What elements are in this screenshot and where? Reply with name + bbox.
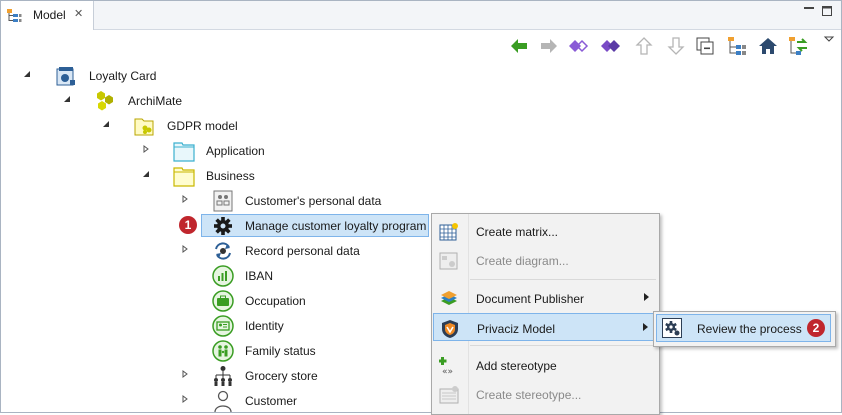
step-badge: 2 <box>807 319 825 337</box>
menu-item-label: Create matrix... <box>476 225 559 239</box>
collapse-all-icon[interactable] <box>695 36 715 56</box>
tree-item[interactable]: GDPR model <box>1 113 841 138</box>
create-stereotype-icon <box>439 386 459 404</box>
close-icon[interactable]: ✕ <box>74 7 83 20</box>
archimate-icon <box>97 91 113 111</box>
tree-item-label: Application <box>206 144 265 158</box>
tree-item-label: Business <box>206 169 255 183</box>
tree-item[interactable]: Occupation <box>1 288 841 313</box>
tree-item[interactable]: Application <box>1 138 841 163</box>
process-cycle-icon <box>215 242 231 260</box>
review-gear-icon <box>662 318 682 338</box>
collapsed-twisty-icon[interactable] <box>181 245 189 253</box>
collapsed-twisty-icon[interactable] <box>181 370 189 378</box>
expanded-twisty-icon[interactable] <box>23 70 31 78</box>
submenu-arrow-icon <box>644 293 649 301</box>
minimize-icon[interactable] <box>803 5 815 17</box>
menu-item-privaciz-model[interactable]: Privaciz Model <box>433 313 658 341</box>
context-menu: Create matrix... Create diagram... Docum… <box>431 213 660 415</box>
person-icon <box>214 390 232 412</box>
menu-item-label: Create diagram... <box>476 254 569 268</box>
model-tree-icon <box>7 9 22 22</box>
menu-item-label: Document Publisher <box>476 292 585 306</box>
tree-item-label: Occupation <box>245 294 306 308</box>
org-chart-icon <box>214 366 232 386</box>
folder-yellow-icon <box>173 167 195 187</box>
diagram-icon <box>439 252 458 270</box>
tree-item[interactable]: Customer's personal data <box>1 188 841 213</box>
menu-item-review-the-process[interactable]: Review the process 2 <box>656 314 831 342</box>
folder-cyan-icon <box>173 142 195 162</box>
svg-text:«»: «» <box>442 367 453 376</box>
down-arrow-icon[interactable] <box>666 36 686 56</box>
menu-item-label: Add stereotype <box>476 359 557 373</box>
tree-item-label: Manage customer loyalty program <box>245 219 427 233</box>
up-arrow-icon[interactable] <box>634 36 654 56</box>
tree-item[interactable]: Business <box>1 163 841 188</box>
tab-title: Model <box>33 8 66 22</box>
tree-item-label: Loyalty Card <box>89 69 157 83</box>
menu-separator <box>470 345 656 346</box>
menu-item-create-matrix[interactable]: Create matrix... <box>433 217 658 245</box>
data-object-icon <box>213 190 233 212</box>
view-toolbar <box>1 30 841 64</box>
tree-item[interactable]: Loyalty Card <box>1 63 841 88</box>
tree-item-label: Identity <box>245 319 284 333</box>
sync-icon[interactable] <box>788 36 808 56</box>
iban-icon <box>212 265 234 287</box>
matrix-icon <box>439 223 458 241</box>
link-diamond-filled-icon[interactable] <box>601 36 621 56</box>
menu-item-label: Create stereotype... <box>476 388 582 402</box>
project-icon <box>56 67 75 86</box>
menu-separator <box>470 279 656 280</box>
tree-item-label: ArchiMate <box>128 94 183 108</box>
tree-item[interactable]: Customer <box>1 388 841 413</box>
tree-item-label: Customer <box>245 394 298 408</box>
step-badge: 1 <box>179 216 197 234</box>
family-icon <box>212 340 234 362</box>
link-diamond-icon[interactable] <box>569 36 589 56</box>
collapsed-twisty-icon[interactable] <box>181 195 189 203</box>
collapsed-twisty-icon[interactable] <box>181 395 189 403</box>
tab-model[interactable]: Model ✕ <box>1 1 94 30</box>
menu-item-label: Review the process <box>697 322 802 336</box>
tree-item-label: GDPR model <box>167 119 238 133</box>
id-card-icon <box>212 315 234 337</box>
tree-item[interactable]: Record personal data <box>1 238 841 263</box>
maximize-icon[interactable] <box>821 5 833 17</box>
tree-item-label: Family status <box>245 344 316 358</box>
submenu-arrow-icon <box>643 323 648 331</box>
tree-item[interactable]: Grocery store <box>1 363 841 388</box>
privaciz-shield-icon <box>442 320 458 338</box>
collapsed-twisty-icon[interactable] <box>142 145 150 153</box>
tree-item-label: Customer's personal data <box>245 194 382 208</box>
expanded-twisty-icon[interactable] <box>142 170 150 178</box>
menu-item-create-stereotype[interactable]: Create stereotype... <box>433 380 658 408</box>
view-menu-icon[interactable] <box>823 33 835 45</box>
menu-item-create-diagram[interactable]: Create diagram... <box>433 246 658 274</box>
expanded-twisty-icon[interactable] <box>63 95 71 103</box>
expanded-twisty-icon[interactable] <box>102 120 110 128</box>
tree-item-label: Record personal data <box>245 244 360 258</box>
model-folder-icon <box>134 118 154 136</box>
forward-arrow-icon[interactable] <box>539 36 559 56</box>
back-arrow-icon[interactable] <box>509 36 529 56</box>
tab-bar: Model ✕ <box>1 1 841 30</box>
menu-item-document-publisher[interactable]: Document Publisher <box>433 284 658 312</box>
home-icon[interactable] <box>758 36 778 56</box>
tree-item[interactable]: IBAN <box>1 263 841 288</box>
hierarchy-icon[interactable] <box>727 36 747 56</box>
gear-icon <box>214 217 232 235</box>
tree-item-label: IBAN <box>245 269 274 283</box>
privaciz-submenu: Review the process 2 <box>653 311 836 347</box>
tree-item[interactable]: ArchiMate <box>1 88 841 113</box>
add-stereotype-icon: «» <box>439 357 453 376</box>
book-stack-icon <box>441 291 457 305</box>
model-view: Model ✕ Loyalty Card ArchiMate GDPR mode… <box>0 0 842 415</box>
menu-item-add-stereotype[interactable]: «» Add stereotype <box>433 351 658 379</box>
briefcase-icon <box>212 290 234 312</box>
menu-item-label: Privaciz Model <box>477 322 556 336</box>
tree-item-label: Grocery store <box>245 369 318 383</box>
tree-item-selected[interactable]: 1 Manage customer loyalty program <box>1 213 841 238</box>
